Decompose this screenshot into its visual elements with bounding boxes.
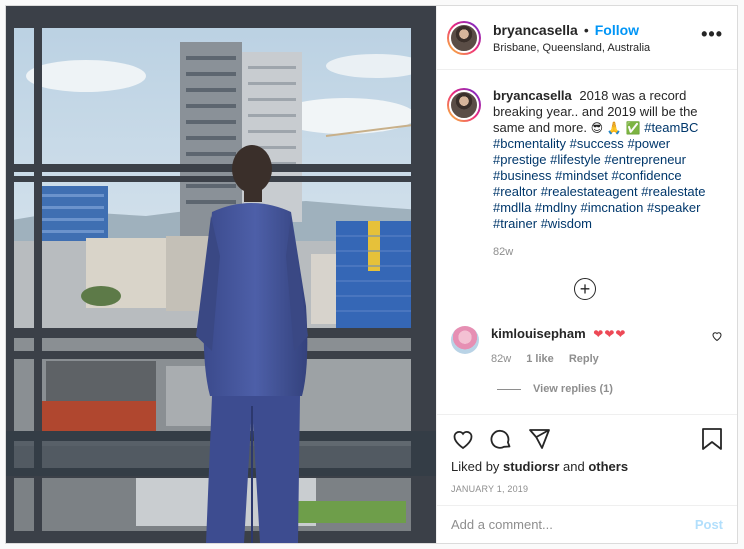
hashtag-link[interactable]: #imcnation (580, 200, 643, 215)
hashtag-link[interactable]: #prestige (493, 152, 546, 167)
hashtag-link[interactable]: #power (627, 136, 670, 151)
post-card: bryancasella • Follow Brisbane, Queensla… (5, 5, 738, 544)
author-username[interactable]: bryancasella (493, 22, 578, 38)
comment-meta: 82w 1 like Reply (491, 353, 711, 365)
more-options-icon[interactable]: ••• (701, 24, 723, 45)
load-more-comments-icon[interactable]: + (574, 278, 596, 300)
post-location[interactable]: Brisbane, Queensland, Australia (493, 42, 701, 54)
post-comment-button[interactable]: Post (695, 517, 723, 532)
post-header: bryancasella • Follow Brisbane, Queensla… (437, 6, 737, 70)
liked-by-and: and (563, 459, 585, 474)
comments-section[interactable]: bryancasella 2018 was a record breaking … (437, 70, 737, 414)
post-actions: Liked by studiorsr and others JANUARY 1,… (437, 414, 737, 512)
view-replies-label: View replies (1) (533, 383, 613, 395)
hashtag-list: #teamBC #bcmentality #success #power #pr… (493, 120, 706, 231)
liked-by-prefix: Liked by (451, 459, 500, 474)
hashtag-link[interactable]: #realestate (641, 184, 705, 199)
caption: bryancasella 2018 was a record breaking … (447, 88, 723, 232)
caption-timestamp[interactable]: 82w (493, 246, 723, 258)
hashtag-link[interactable]: #trainer (493, 216, 537, 231)
follow-button[interactable]: Follow (595, 22, 639, 38)
separator-dot: • (583, 21, 589, 38)
comment-item: kimlouisepham ❤❤❤ 82w 1 like Reply (447, 326, 723, 365)
hashtag-link[interactable]: #realtor (493, 184, 537, 199)
post-details-panel: bryancasella • Follow Brisbane, Queensla… (436, 6, 737, 543)
hashtag-link[interactable]: #mdlny (535, 200, 577, 215)
share-paper-plane-icon[interactable] (527, 427, 551, 451)
add-comment-input[interactable] (451, 517, 695, 532)
liked-by-user[interactable]: studiorsr (503, 459, 559, 474)
like-heart-icon[interactable] (451, 427, 475, 451)
caption-text: bryancasella 2018 was a record breaking … (493, 88, 707, 232)
comment-hearts: ❤❤❤ (593, 327, 627, 341)
comment-bubble-icon[interactable] (489, 427, 513, 451)
hashtag-link[interactable]: #speaker (647, 200, 700, 215)
liked-by: Liked by studiorsr and others (451, 459, 723, 474)
post-photo[interactable] (6, 6, 436, 543)
post-date[interactable]: JANUARY 1, 2019 (451, 484, 723, 494)
liked-by-others[interactable]: others (588, 459, 628, 474)
caption-avatar[interactable] (447, 88, 481, 122)
caption-username[interactable]: bryancasella (493, 88, 572, 103)
add-comment-bar: Post (437, 505, 737, 543)
comment-timestamp[interactable]: 82w (491, 353, 511, 365)
comment-like-heart-icon[interactable] (711, 330, 723, 365)
comment-likes[interactable]: 1 like (526, 353, 554, 365)
reply-button[interactable]: Reply (569, 353, 599, 365)
hashtag-link[interactable]: #entrepreneur (604, 152, 686, 167)
hashtag-link[interactable]: #bcmentality (493, 136, 566, 151)
hashtag-link[interactable]: #mindset (555, 168, 608, 183)
save-bookmark-icon[interactable] (701, 427, 723, 451)
hashtag-link[interactable]: #realestateagent (541, 184, 638, 199)
hashtag-link[interactable]: #mdlla (493, 200, 531, 215)
hashtag-link[interactable]: #business (493, 168, 552, 183)
hashtag-link[interactable]: #lifestyle (550, 152, 601, 167)
hashtag-link[interactable]: #wisdom (541, 216, 592, 231)
author-avatar[interactable] (447, 20, 481, 55)
caption-emojis: 😎 🙏 ✅ (590, 121, 641, 135)
hashtag-link[interactable]: #teamBC (644, 120, 698, 135)
hashtag-link[interactable]: #confidence (612, 168, 682, 183)
hashtag-link[interactable]: #success (570, 136, 624, 151)
photo-image (6, 6, 436, 543)
view-replies-button[interactable]: View replies (1) (497, 383, 723, 395)
replies-divider (497, 388, 521, 390)
commenter-avatar[interactable] (451, 326, 479, 354)
commenter-username[interactable]: kimlouisepham (491, 326, 586, 341)
